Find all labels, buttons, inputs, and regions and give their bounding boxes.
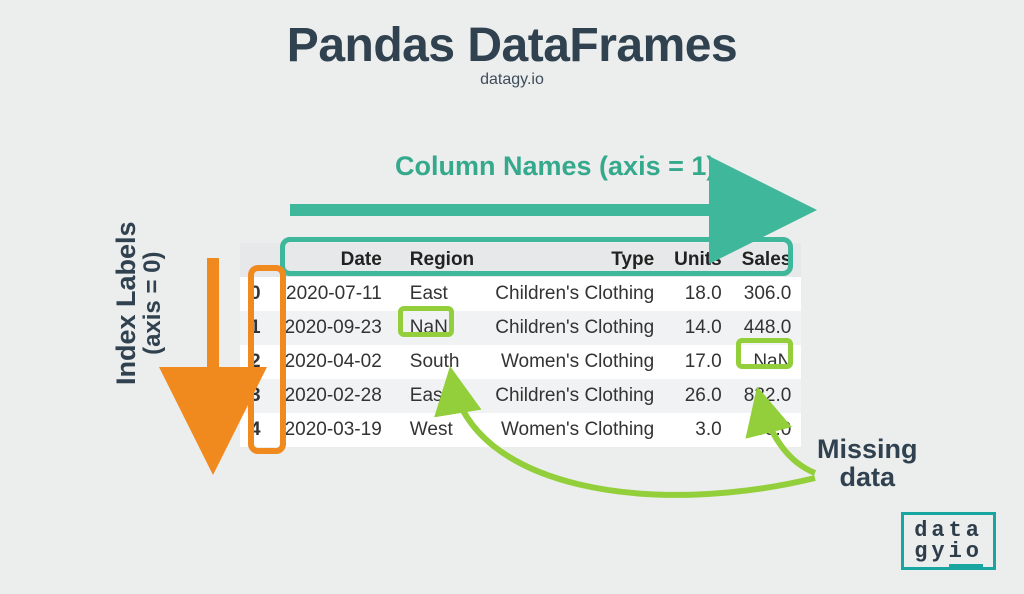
col-header: Date bbox=[275, 243, 392, 277]
cell: 306.0 bbox=[732, 277, 802, 311]
datagy-logo: data gyio bbox=[901, 512, 996, 570]
cell: 2020-04-02 bbox=[275, 345, 392, 379]
index-cell: 2 bbox=[240, 345, 275, 379]
index-labels-label: Index Labels (axis = 0) bbox=[112, 221, 166, 385]
cell: East bbox=[392, 277, 484, 311]
logo-line2b: io bbox=[949, 539, 983, 568]
cell: Children's Clothing bbox=[484, 379, 664, 413]
cell: East bbox=[392, 379, 484, 413]
cell: 2020-03-19 bbox=[275, 413, 392, 447]
missing-data-label: Missing data bbox=[817, 435, 918, 492]
col-header: Sales bbox=[732, 243, 802, 277]
index-header-blank bbox=[240, 243, 275, 277]
cell: 17.0 bbox=[664, 345, 732, 379]
cell: 3.0 bbox=[664, 413, 732, 447]
index-cell: 4 bbox=[240, 413, 275, 447]
index-cell: 1 bbox=[240, 311, 275, 345]
cell: Women's Clothing bbox=[484, 413, 664, 447]
cell: 832.0 bbox=[732, 379, 802, 413]
dataframe-table: Date Region Type Units Sales 0 2020-07-1… bbox=[240, 243, 801, 447]
col-header: Type bbox=[484, 243, 664, 277]
index-labels-line2: (axis = 0) bbox=[140, 221, 165, 385]
cell: West bbox=[392, 413, 484, 447]
header-row: Date Region Type Units Sales bbox=[240, 243, 801, 277]
col-header: Region bbox=[392, 243, 484, 277]
cell: Children's Clothing bbox=[484, 277, 664, 311]
index-labels-line1: Index Labels bbox=[111, 221, 141, 385]
table-row: 4 2020-03-19 West Women's Clothing 3.0 3… bbox=[240, 413, 801, 447]
cell: 33.0 bbox=[732, 413, 802, 447]
page-subtitle: datagy.io bbox=[0, 71, 1024, 89]
table-row: 0 2020-07-11 East Children's Clothing 18… bbox=[240, 277, 801, 311]
col-header: Units bbox=[664, 243, 732, 277]
cell: 26.0 bbox=[664, 379, 732, 413]
missing-line1: Missing bbox=[817, 434, 918, 464]
cell: South bbox=[392, 345, 484, 379]
table-row: 2 2020-04-02 South Women's Clothing 17.0… bbox=[240, 345, 801, 379]
cell-nan: NaN bbox=[392, 311, 484, 345]
cell: 448.0 bbox=[732, 311, 802, 345]
column-names-label: Column Names (axis = 1) bbox=[395, 151, 715, 182]
table-row: 3 2020-02-28 East Children's Clothing 26… bbox=[240, 379, 801, 413]
cell: 2020-09-23 bbox=[275, 311, 392, 345]
cell: Children's Clothing bbox=[484, 311, 664, 345]
cell-nan: NaN bbox=[732, 345, 802, 379]
cell: Women's Clothing bbox=[484, 345, 664, 379]
index-cell: 3 bbox=[240, 379, 275, 413]
cell: 2020-07-11 bbox=[275, 277, 392, 311]
cell: 2020-02-28 bbox=[275, 379, 392, 413]
cell: 18.0 bbox=[664, 277, 732, 311]
cell: 14.0 bbox=[664, 311, 732, 345]
index-cell: 0 bbox=[240, 277, 275, 311]
table-row: 1 2020-09-23 NaN Children's Clothing 14.… bbox=[240, 311, 801, 345]
page-title: Pandas DataFrames bbox=[0, 18, 1024, 73]
missing-line2: data bbox=[839, 462, 895, 492]
logo-line2a: gy bbox=[914, 539, 948, 564]
